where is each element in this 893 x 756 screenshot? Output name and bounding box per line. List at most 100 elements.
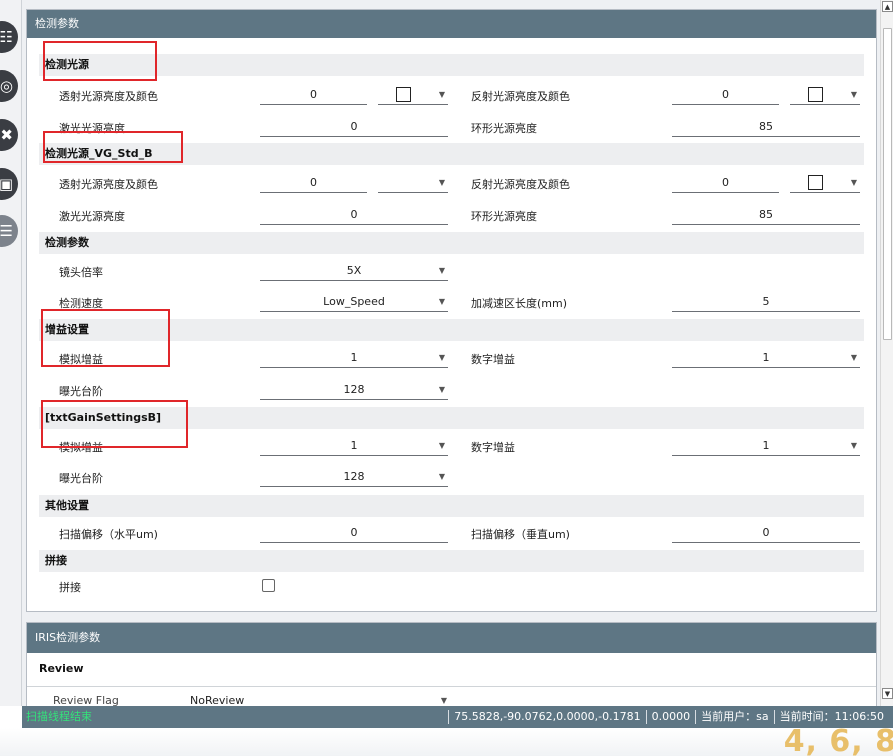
- dropdown-value: 1: [350, 351, 358, 364]
- section-other-settings: 其他设置: [39, 495, 864, 517]
- chevron-down-icon: ▼: [850, 178, 858, 187]
- laser-brightness-input[interactable]: 0: [260, 117, 448, 137]
- reflect-light-label: 反射光源亮度及颜色: [471, 178, 570, 191]
- transmit-brightness-input[interactable]: 0: [260, 173, 367, 193]
- podcast-icon[interactable]: ◎: [0, 70, 18, 102]
- dropdown-value: Low_Speed: [323, 295, 385, 308]
- exposure-level-dropdown[interactable]: 128 ▼: [260, 467, 448, 487]
- laser-brightness-input[interactable]: 0: [260, 205, 448, 225]
- section-stitch: 拼接: [39, 550, 864, 572]
- form-row: 镜头倍率 5X ▼: [39, 261, 864, 283]
- image-icon[interactable]: ▣: [0, 168, 18, 200]
- review-flag-label: Review Flag: [53, 694, 119, 706]
- form-row: 模拟增益 1 ▼ 数字增益 1 ▼: [39, 348, 864, 370]
- reflect-color-dropdown[interactable]: ▼: [790, 173, 860, 193]
- reflect-brightness-input[interactable]: 0: [672, 85, 779, 105]
- page-numbers: 4, 6, 8: [783, 724, 893, 756]
- section-gain-settings: 增益设置: [39, 319, 864, 341]
- status-message: 扫描线程结束: [26, 710, 92, 723]
- chevron-down-icon: ▼: [438, 353, 446, 362]
- status-time: 当前时间：11:06:50: [773, 710, 889, 724]
- scrollbar-thumb[interactable]: [883, 28, 892, 340]
- vertical-scrollbar[interactable]: ▲ ▼: [880, 0, 893, 706]
- status-bar: 扫描线程结束 75.5828,-90.0762,0.0000,-0.1781 0…: [22, 706, 893, 728]
- color-swatch: [396, 87, 411, 102]
- analog-gain-label: 模拟增益: [59, 441, 103, 454]
- detection-params-panel: 检测参数 检测光源 透射光源亮度及颜色 0 ▼ 反射光源亮度及颜色 0 ▼ 激光…: [26, 9, 877, 612]
- ring-brightness-label: 环形光源亮度: [471, 122, 537, 135]
- digital-gain-dropdown[interactable]: 1 ▼: [672, 436, 860, 456]
- detect-speed-label: 检测速度: [59, 297, 103, 310]
- chevron-down-icon: ▼: [438, 266, 446, 275]
- ring-brightness-label: 环形光源亮度: [471, 210, 537, 223]
- status-user: 当前用户：sa: [695, 710, 773, 724]
- status-info: 75.5828,-90.0762,0.0000,-0.1781 0.0000 当…: [448, 706, 889, 724]
- scan-offset-v-input[interactable]: 0: [672, 523, 860, 543]
- detect-speed-dropdown[interactable]: Low_Speed ▼: [260, 292, 448, 312]
- scroll-up-icon[interactable]: ▲: [882, 1, 893, 12]
- form-row: 激光光源亮度 0 环形光源亮度 85: [39, 117, 864, 139]
- analog-gain-label: 模拟增益: [59, 353, 103, 366]
- scroll-down-icon[interactable]: ▼: [882, 688, 893, 699]
- transmit-brightness-input[interactable]: 0: [260, 85, 367, 105]
- transmit-color-dropdown[interactable]: ▼: [378, 173, 448, 193]
- analog-gain-dropdown[interactable]: 1 ▼: [260, 348, 448, 368]
- section-light-source: 检测光源: [39, 54, 864, 76]
- chevron-down-icon: ▼: [438, 472, 446, 481]
- ring-brightness-input[interactable]: 85: [672, 117, 860, 137]
- chevron-down-icon: ▼: [438, 297, 446, 306]
- color-swatch: [808, 175, 823, 190]
- dropdown-value: 1: [350, 439, 358, 452]
- form-row: 激光光源亮度 0 环形光源亮度 85: [39, 205, 864, 227]
- lens-magnification-dropdown[interactable]: 5X ▼: [260, 261, 448, 281]
- exposure-level-label: 曝光台阶: [59, 472, 103, 485]
- status-value: 0.0000: [645, 710, 696, 724]
- main-content: 检测参数 检测光源 透射光源亮度及颜色 0 ▼ 反射光源亮度及颜色 0 ▼ 激光…: [22, 0, 880, 706]
- chevron-down-icon: ▼: [850, 441, 858, 450]
- section-detect-params: 检测参数: [39, 232, 864, 254]
- lens-magnification-label: 镜头倍率: [59, 266, 103, 279]
- exposure-level-label: 曝光台阶: [59, 385, 103, 398]
- exposure-level-dropdown[interactable]: 128 ▼: [260, 380, 448, 400]
- stitch-checkbox[interactable]: [262, 579, 275, 592]
- chevron-down-icon: ▼: [438, 441, 446, 450]
- transmit-light-label: 透射光源亮度及颜色: [59, 90, 158, 103]
- digital-gain-dropdown[interactable]: 1 ▼: [672, 348, 860, 368]
- section-light-source-vg: 检测光源_VG_Std_B: [39, 143, 864, 165]
- divider: [27, 686, 876, 687]
- dropdown-value: 128: [343, 470, 365, 483]
- globe-icon[interactable]: ☷: [0, 21, 18, 53]
- form-row: 曝光台阶 128 ▼: [39, 380, 864, 402]
- laser-brightness-label: 激光光源亮度: [59, 122, 125, 135]
- form-row: 检测速度 Low_Speed ▼ 加减速区长度(mm) 5: [39, 292, 864, 314]
- ring-brightness-input[interactable]: 85: [672, 205, 860, 225]
- accel-zone-input[interactable]: 5: [672, 292, 860, 312]
- chevron-down-icon: ▼: [850, 353, 858, 362]
- digital-gain-label: 数字增益: [471, 441, 515, 454]
- accel-zone-label: 加减速区长度(mm): [471, 297, 568, 310]
- panel-title: 检测参数: [27, 10, 876, 38]
- reflect-brightness-input[interactable]: 0: [672, 173, 779, 193]
- stitch-label: 拼接: [59, 581, 81, 594]
- form-row: 曝光台阶 128 ▼: [39, 467, 864, 489]
- scan-offset-h-input[interactable]: 0: [260, 523, 448, 543]
- list-icon[interactable]: ☰: [0, 215, 18, 247]
- form-row: 拼接: [39, 577, 864, 599]
- laser-brightness-label: 激光光源亮度: [59, 210, 125, 223]
- form-row: 扫描偏移（水平um) 0 扫描偏移（垂直um) 0: [39, 523, 864, 545]
- scan-offset-h-label: 扫描偏移（水平um): [59, 528, 158, 541]
- dropdown-value: 1: [762, 351, 770, 364]
- bottom-area: [0, 728, 893, 756]
- chevron-down-icon: ▼: [438, 90, 446, 99]
- dropdown-value: 5X: [346, 264, 362, 277]
- chevron-down-icon: ▼: [438, 385, 446, 394]
- color-swatch: [808, 87, 823, 102]
- reflect-color-dropdown[interactable]: ▼: [790, 85, 860, 105]
- transmit-color-dropdown[interactable]: ▼: [378, 85, 448, 105]
- review-flag-dropdown[interactable]: NoReview ▼: [187, 691, 450, 706]
- status-coords: 75.5828,-90.0762,0.0000,-0.1781: [448, 710, 645, 724]
- form-row: 模拟增益 1 ▼ 数字增益 1 ▼: [39, 436, 864, 458]
- tools-icon[interactable]: ✖: [0, 119, 18, 151]
- chevron-down-icon: ▼: [438, 178, 446, 187]
- analog-gain-dropdown[interactable]: 1 ▼: [260, 436, 448, 456]
